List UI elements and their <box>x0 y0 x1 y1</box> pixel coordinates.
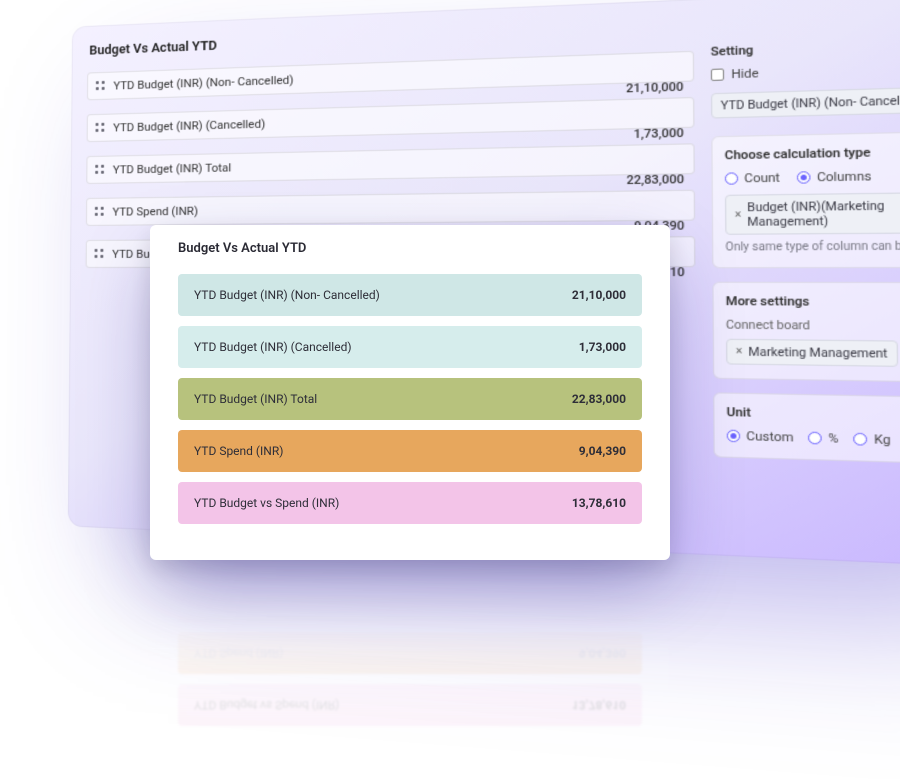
calc-note: Only same type of column can be selec <box>725 240 900 254</box>
unit-custom-radio[interactable]: Custom <box>727 428 794 444</box>
chip-remove-icon[interactable]: × <box>735 209 742 221</box>
drag-handle-icon[interactable] <box>95 123 105 133</box>
calc-columns-radio[interactable]: Columns <box>797 169 872 185</box>
budget-summary-card: Budget Vs Actual YTD YTD Budget (INR) (N… <box>150 225 670 560</box>
summary-label: YTD Spend (INR) <box>194 444 283 458</box>
summary-value: 9,04,390 <box>579 444 626 458</box>
summary-row: YTD Spend (INR) 9,04,390 <box>178 430 642 472</box>
checkbox-icon <box>711 68 724 81</box>
metric-row[interactable]: YTD Budget (INR) (Cancelled) 1,73,000 <box>87 97 695 142</box>
summary-label: YTD Budget (INR) (Cancelled) <box>194 340 352 354</box>
summary-label: YTD Budget vs Spend (INR) <box>194 496 339 510</box>
drag-handle-icon[interactable] <box>95 207 105 217</box>
connect-board-chip[interactable]: × Marketing Management <box>726 339 898 367</box>
unit-percent-radio[interactable]: % <box>808 430 838 446</box>
card-reflection: YTD Budget vs Spend (INR) 13,78,610 YTD … <box>150 560 670 740</box>
selected-column-chip[interactable]: YTD Budget (INR) (Non- Cancelled) <box>711 87 900 119</box>
summary-label: YTD Budget (INR) (Non- Cancelled) <box>194 288 380 302</box>
metric-label: YTD Budget (INR) Total <box>113 160 232 176</box>
summary-value: 13,78,610 <box>572 496 626 510</box>
summary-row: YTD Budget (INR) (Non- Cancelled) 21,10,… <box>178 274 642 316</box>
metric-value: 1,73,000 <box>634 126 684 141</box>
metric-row[interactable]: YTD Budget (INR) Total 22,83,000 <box>86 143 694 184</box>
drag-handle-icon[interactable] <box>94 249 104 259</box>
summary-row: YTD Budget (INR) (Cancelled) 1,73,000 <box>178 326 642 368</box>
hide-checkbox[interactable]: Hide <box>711 59 900 82</box>
calc-count-radio[interactable]: Count <box>725 171 780 186</box>
metric-label: YTD Budget (INR) (Cancelled) <box>113 116 265 134</box>
metric-value: 21,10,000 <box>626 80 683 96</box>
summary-value: 22,83,000 <box>572 392 626 406</box>
more-settings-heading: More settings <box>726 294 900 310</box>
unit-heading: Unit <box>727 405 900 425</box>
metric-label: YTD Spend (INR) <box>112 204 198 219</box>
unit-kg-radio[interactable]: Kg <box>854 432 891 448</box>
summary-row: YTD Budget vs Spend (INR) 13,78,610 <box>178 482 642 524</box>
summary-value: 1,73,000 <box>579 340 626 354</box>
drag-handle-icon[interactable] <box>96 81 106 91</box>
calc-heading: Choose calculation type <box>725 143 900 162</box>
chip-remove-icon[interactable]: × <box>736 346 743 358</box>
card-title: Budget Vs Actual YTD <box>178 239 642 274</box>
connect-board-label: Connect board <box>726 317 900 334</box>
calc-column-chip[interactable]: × Budget (INR)(Marketing Management) <box>725 192 900 235</box>
summary-row: YTD Budget (INR) Total 22,83,000 <box>178 378 642 420</box>
metric-value: 22,83,000 <box>627 172 685 187</box>
summary-label: YTD Budget (INR) Total <box>194 392 317 406</box>
drag-handle-icon[interactable] <box>95 165 105 175</box>
summary-value: 21,10,000 <box>572 288 626 302</box>
metric-row[interactable]: YTD Spend (INR) 9,04,390 <box>86 190 695 226</box>
metric-label: YTD Budget (INR) (Non- Cancelled) <box>113 72 293 92</box>
